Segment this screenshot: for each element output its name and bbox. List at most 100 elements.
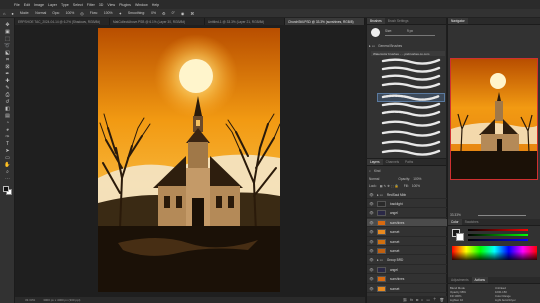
foreground-background-colors[interactable] <box>3 186 13 196</box>
new-layer-icon[interactable]: ＋ <box>433 297 437 302</box>
layer-row[interactable]: 👁 sunset <box>367 229 447 237</box>
layer-row[interactable]: 👁 angel <box>367 210 447 218</box>
layer-row[interactable]: 👁 sunshines <box>367 219 447 228</box>
brush-stroke-previews[interactable] <box>367 57 447 157</box>
group-folder-icon[interactable]: ▸ ▭ <box>377 193 383 197</box>
lock-icons[interactable]: ▦ ✎ ✥ ⬚ 🔒 <box>380 184 399 188</box>
layer-row[interactable]: 👁 sunset <box>367 238 447 246</box>
more-tools-icon[interactable]: ⋯ <box>4 176 11 182</box>
menu-edit[interactable]: Edit <box>24 3 30 7</box>
navigator-preview[interactable] <box>450 58 538 180</box>
dodge-tool-icon[interactable]: ◕ <box>4 127 11 133</box>
menu-view[interactable]: View <box>107 3 115 7</box>
tab-channels[interactable]: Channels <box>383 159 402 165</box>
symmetry-icon[interactable]: ⌘ <box>190 11 194 16</box>
property-row[interactable]: Lighten 10 Light AutoOnlyer <box>450 298 539 302</box>
color-slider-g[interactable] <box>468 234 528 236</box>
pressure-opacity-icon[interactable]: ◎ <box>80 11 84 16</box>
menu-help[interactable]: Help <box>152 3 159 7</box>
menu-window[interactable]: Window <box>135 3 148 7</box>
fill-value[interactable]: 100% <box>412 184 420 188</box>
type-tool-icon[interactable]: T <box>4 141 11 147</box>
path-select-icon[interactable]: ➤ <box>4 148 11 154</box>
brush-size-slider[interactable] <box>385 35 435 36</box>
visibility-eye-icon[interactable]: 👁 <box>369 230 374 234</box>
menu-filter[interactable]: Filter <box>87 3 95 7</box>
mask-icon[interactable]: ◘ <box>416 298 418 302</box>
artwork-canvas[interactable] <box>98 28 280 292</box>
adjustment-icon[interactable]: ◐ <box>421 298 423 302</box>
navigator-zoom-value[interactable]: 33.33% <box>450 213 461 217</box>
layer-row[interactable]: 👁 ▸ ▭ RedSaul Mbb <box>367 191 447 199</box>
tab-paths[interactable]: Paths <box>402 159 416 165</box>
visibility-eye-icon[interactable]: 👁 <box>369 249 374 253</box>
home-icon[interactable]: ⌂ <box>3 11 5 16</box>
layer-kind-select[interactable]: Kind <box>374 169 380 173</box>
brush-preset-icon[interactable]: ● <box>11 11 13 16</box>
color-bg-swatch[interactable] <box>456 233 464 241</box>
opacity-value[interactable]: 100% <box>66 11 75 15</box>
gradient-tool-icon[interactable]: ▤ <box>4 113 11 119</box>
move-tool-icon[interactable]: ✥ <box>4 22 11 28</box>
menu-file[interactable]: File <box>14 3 20 7</box>
blend-mode-select[interactable]: Normal <box>369 177 379 181</box>
canvas-area[interactable] <box>15 25 365 298</box>
angle-value[interactable]: 0° <box>172 11 175 15</box>
layer-row[interactable]: 👁 ▸ ▭ Group BRD <box>367 257 447 265</box>
fx-icon[interactable]: fx <box>410 298 413 302</box>
tab-layers[interactable]: Layers <box>367 159 383 165</box>
layer-row[interactable]: 👁 angel <box>367 266 447 275</box>
document-tab[interactable]: ERPSHOE TAC_2024-04-14 @ 6.2% (Shadows, … <box>15 18 110 25</box>
pen-tool-icon[interactable]: ✑ <box>4 134 11 140</box>
visibility-eye-icon[interactable]: 👁 <box>369 268 374 272</box>
frame-tool-icon[interactable]: ⊠ <box>4 64 11 70</box>
smoothing-value[interactable]: 0% <box>151 11 156 15</box>
document-tab[interactable]: ChurchStill.PSD @ 33.3% (sunshines, RGB/… <box>285 18 365 25</box>
menu-image[interactable]: Image <box>34 3 44 7</box>
layer-row[interactable]: 👁 sunset <box>367 247 447 256</box>
history-brush-icon[interactable]: ↺ <box>4 99 11 105</box>
artboard-tool-icon[interactable]: ▣ <box>4 29 11 35</box>
link-icon[interactable]: ⛓ <box>403 298 408 302</box>
visibility-eye-icon[interactable]: 👁 <box>369 240 374 244</box>
visibility-eye-icon[interactable]: 👁 <box>369 202 374 206</box>
color-slider-b[interactable] <box>468 239 528 241</box>
visibility-eye-icon[interactable]: 👁 <box>369 277 374 281</box>
group-folder-icon[interactable]: ▸ ▭ <box>377 258 383 262</box>
layer-row[interactable]: 👁 sunshines <box>367 276 447 284</box>
tab-color[interactable]: Color <box>448 219 462 225</box>
blur-tool-icon[interactable]: ◔ <box>4 120 11 126</box>
hand-tool-icon[interactable]: ✋ <box>4 162 11 168</box>
tab-actions[interactable]: Actions <box>471 277 488 283</box>
folder-new-icon[interactable]: ▭ <box>426 298 429 302</box>
tab-swatches[interactable]: Swatches <box>462 219 482 225</box>
color-slider-r[interactable] <box>468 229 528 231</box>
tab-adjustments[interactable]: Adjustments <box>448 277 472 283</box>
foreground-color-swatch[interactable] <box>3 186 9 192</box>
trash-icon[interactable]: 🗑 <box>439 298 444 302</box>
visibility-eye-icon[interactable]: 👁 <box>369 211 374 215</box>
status-doc-info[interactable]: 3000 px x 4000 px (300 ppi) <box>43 298 80 302</box>
layer-row[interactable]: 👁 backlight <box>367 200 447 209</box>
menu-type[interactable]: Type <box>61 3 69 7</box>
menu-select[interactable]: Select <box>73 3 83 7</box>
brush-selected-name[interactable]: Watercolor brushes - ...yrebrushes.co.co… <box>371 51 445 56</box>
object-select-icon[interactable]: ⬕ <box>4 50 11 56</box>
brush-size-value[interactable]: 9 px <box>407 29 413 33</box>
rectangle-tool-icon[interactable]: ▭ <box>4 155 11 161</box>
document-tab[interactable]: MatCollectAbove.PSB @ 6.1% (Layer 30, RG… <box>110 18 205 25</box>
menu-plugins[interactable]: Plugins <box>119 3 131 7</box>
tab-brush-settings[interactable]: Brush Settings <box>385 18 412 24</box>
menu-3d[interactable]: 3D <box>99 3 104 7</box>
brush-tool-icon[interactable]: ✎ <box>4 85 11 91</box>
layer-row[interactable]: 👁 sunset <box>367 285 447 293</box>
airbrush-icon[interactable]: ✦ <box>119 11 122 16</box>
document-tab[interactable]: Untitled-1 @ 33.3% (Layer 21, RGB/8#) <box>205 18 285 25</box>
layer-opacity-value[interactable]: 100% <box>413 177 421 181</box>
lasso-tool-icon[interactable]: ➰ <box>4 43 11 49</box>
visibility-eye-icon[interactable]: 👁 <box>369 287 374 291</box>
brush-tip-preview[interactable] <box>371 28 380 37</box>
visibility-eye-icon[interactable]: 👁 <box>369 221 374 225</box>
visibility-eye-icon[interactable]: 👁 <box>369 193 374 197</box>
visibility-eye-icon[interactable]: 👁 <box>369 258 374 262</box>
